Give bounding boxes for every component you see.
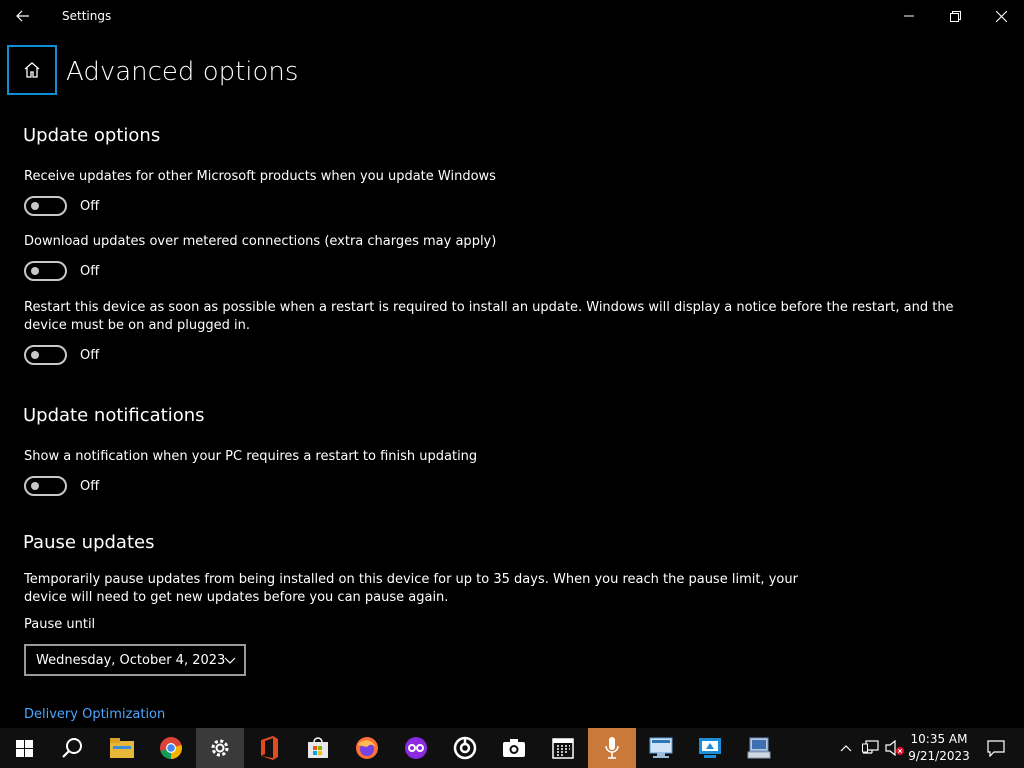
minimize-button[interactable] — [886, 0, 932, 32]
back-arrow-icon — [16, 10, 29, 22]
microphone-icon — [605, 737, 619, 759]
restart-notification-state: Off — [80, 479, 100, 494]
toggle-knob — [31, 267, 39, 275]
back-button[interactable] — [0, 0, 46, 32]
restart-notification-toggle[interactable] — [24, 476, 67, 496]
file-explorer-icon — [110, 738, 134, 758]
restore-icon — [949, 10, 961, 22]
taskbar-office[interactable] — [245, 728, 293, 768]
office-icon — [261, 736, 278, 760]
home-icon — [24, 62, 40, 78]
taskbar-camera[interactable] — [490, 728, 538, 768]
taskbar-chrome[interactable] — [147, 728, 195, 768]
taskbar-computer-app[interactable] — [735, 728, 783, 768]
receive-updates-state: Off — [80, 199, 100, 214]
network-tray-button[interactable] — [860, 728, 882, 768]
metered-connections-state: Off — [80, 264, 100, 279]
taskbar-store[interactable] — [294, 728, 342, 768]
close-button[interactable] — [978, 0, 1024, 32]
volume-tray-button[interactable] — [884, 728, 906, 768]
camera-icon — [503, 739, 525, 757]
taskbar-remote-desktop[interactable] — [686, 728, 734, 768]
receive-updates-label: Receive updates for other Microsoft prod… — [24, 169, 496, 184]
settings-icon — [211, 739, 229, 757]
network-icon — [862, 740, 879, 754]
pause-until-label: Pause until — [24, 617, 96, 632]
chevron-up-icon — [840, 745, 852, 752]
firefox-icon — [356, 737, 378, 759]
clock-date: 9/21/2023 — [908, 749, 970, 763]
restart-asap-state: Off — [80, 348, 100, 363]
metered-connections-toggle[interactable] — [24, 261, 67, 281]
taskbar-vr-app[interactable] — [392, 728, 440, 768]
clock-time: 10:35 AM — [910, 732, 968, 746]
taskbar-network-app[interactable] — [637, 728, 685, 768]
restart-notification-label: Show a notification when your PC require… — [24, 449, 478, 464]
pause-until-selected: Wednesday, October 4, 2023 — [36, 652, 226, 668]
calendar-icon — [552, 738, 574, 759]
action-center-button[interactable] — [976, 728, 1016, 768]
taskbar-settings[interactable] — [196, 728, 244, 768]
toggle-knob — [31, 482, 39, 490]
store-icon — [308, 737, 328, 758]
minimize-icon — [904, 15, 914, 17]
restart-asap-toggle[interactable] — [24, 345, 67, 365]
taskbar-file-explorer[interactable] — [98, 728, 146, 768]
app-title: Settings — [62, 9, 112, 23]
show-hidden-icons-button[interactable] — [836, 728, 856, 768]
taskbar: 10:35 AM 9/21/2023 — [0, 728, 1024, 768]
delivery-optimization-link[interactable]: Delivery Optimization — [24, 706, 165, 724]
title-bar: Settings — [0, 0, 1024, 32]
volume-muted-icon — [885, 740, 904, 756]
taskbar-calendar[interactable] — [539, 728, 587, 768]
search-icon — [62, 738, 82, 758]
update-options-heading: Update options — [23, 125, 161, 146]
taskbar-firefox[interactable] — [343, 728, 391, 768]
restore-button[interactable] — [932, 0, 978, 32]
page-title: Advanced options — [66, 57, 299, 87]
pause-updates-description: Temporarily pause updates from being ins… — [24, 572, 798, 605]
windows-start-icon — [15, 739, 33, 757]
vr-app-icon — [405, 737, 427, 759]
search-button[interactable] — [48, 728, 96, 768]
remote-desktop-icon — [699, 738, 721, 758]
toggle-knob — [31, 351, 39, 359]
computer-app-icon — [747, 737, 771, 759]
pause-until-dropdown[interactable]: Wednesday, October 4, 2023 — [24, 644, 246, 676]
notifications-icon — [987, 739, 1005, 757]
taskbar-clock[interactable]: 10:35 AM 9/21/2023 — [906, 731, 972, 765]
media-app-icon — [453, 736, 477, 760]
metered-connections-label: Download updates over metered connection… — [24, 234, 497, 249]
taskbar-media-app[interactable] — [441, 728, 489, 768]
receive-updates-toggle[interactable] — [24, 196, 67, 216]
chrome-icon — [160, 737, 182, 759]
pause-updates-heading: Pause updates — [23, 532, 155, 553]
toggle-knob — [31, 202, 39, 210]
taskbar-microphone[interactable] — [588, 728, 636, 768]
restart-asap-label: Restart this device as soon as possible … — [24, 300, 954, 333]
home-button[interactable] — [7, 45, 57, 95]
update-notifications-heading: Update notifications — [23, 405, 205, 426]
close-icon — [995, 10, 1007, 22]
start-button[interactable] — [0, 728, 48, 768]
chevron-down-icon — [224, 657, 236, 664]
network-app-icon — [649, 737, 673, 758]
